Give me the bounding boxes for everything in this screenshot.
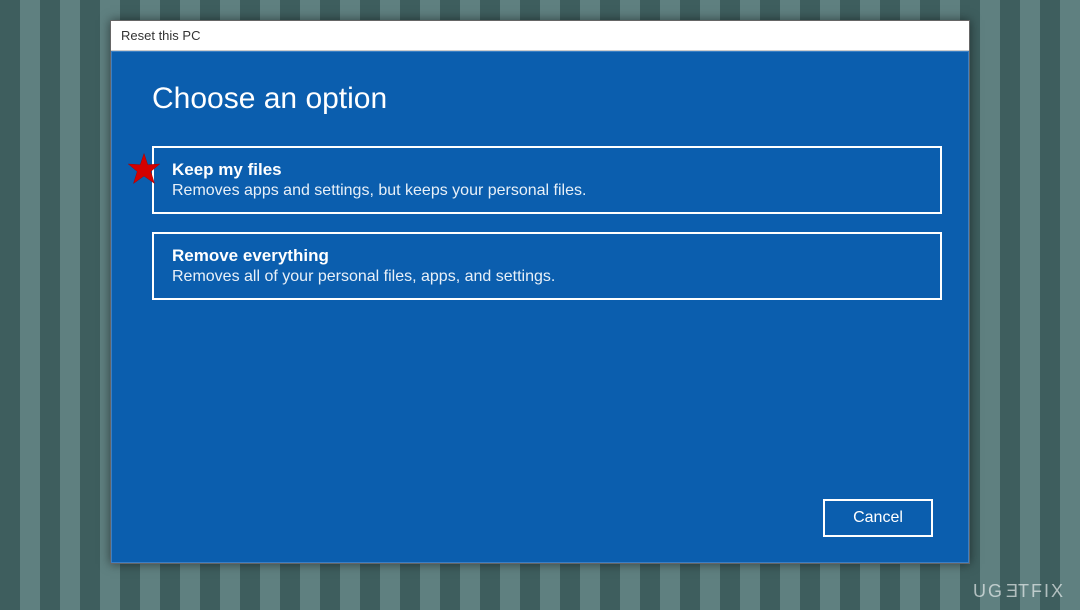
keep-my-files-option[interactable]: Keep my files Removes apps and settings,… [152,146,942,214]
window-title: Reset this PC [121,28,200,43]
reset-pc-dialog: Reset this PC Choose an option Keep my f… [110,20,970,564]
cancel-button[interactable]: Cancel [823,499,933,537]
remove-everything-option[interactable]: Remove everything Removes all of your pe… [152,232,942,300]
option-description: Removes all of your personal files, apps… [172,268,922,286]
option-title: Keep my files [172,160,922,180]
watermark: UGETFIX [973,581,1065,602]
title-bar: Reset this PC [111,21,969,51]
option-description: Removes apps and settings, but keeps you… [172,182,922,200]
option-title: Remove everything [172,246,922,266]
dialog-body: Choose an option Keep my files Removes a… [111,51,969,563]
dialog-heading: Choose an option [152,82,933,116]
